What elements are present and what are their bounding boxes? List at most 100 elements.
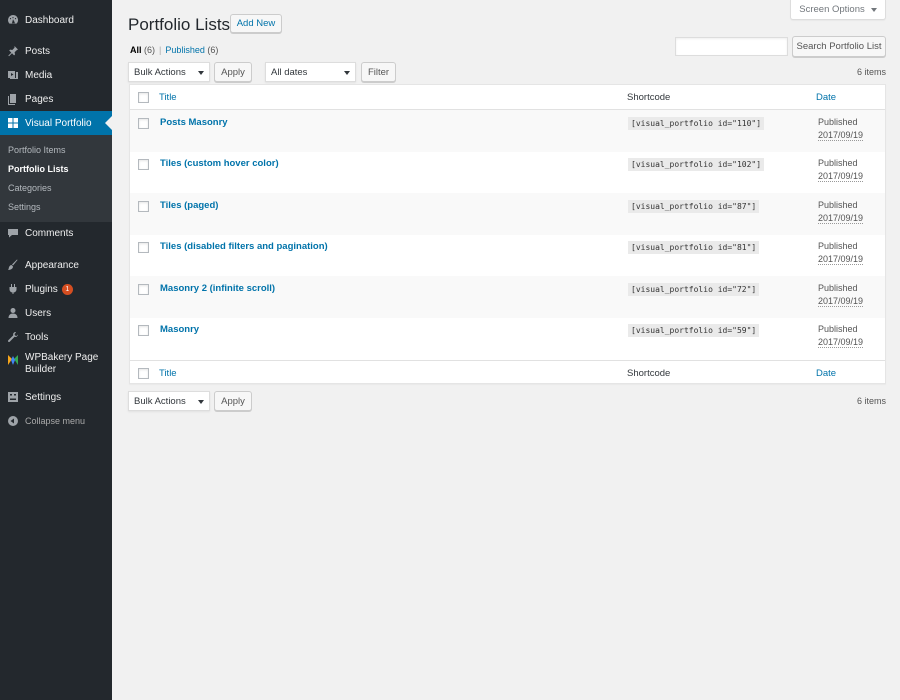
- submenu-portfolio-lists[interactable]: Portfolio Lists: [8, 164, 69, 174]
- row-title-link[interactable]: Tiles (disabled filters and pagination): [160, 241, 328, 252]
- row-shortcode: [visual_portfolio id="110"]: [628, 117, 765, 130]
- row-title-link[interactable]: Masonry 2 (infinite scroll): [160, 283, 275, 294]
- column-title-sort-footer[interactable]: Title: [159, 368, 177, 379]
- visual-portfolio-submenu: Portfolio Items Portfolio Lists Categori…: [0, 135, 112, 222]
- row-title-link[interactable]: Tiles (custom hover color): [160, 158, 279, 169]
- submenu-settings[interactable]: Settings: [8, 202, 41, 212]
- menu-label: Media: [25, 69, 53, 81]
- apply-button-bottom[interactable]: Apply: [214, 391, 252, 411]
- row-checkbox[interactable]: [138, 325, 149, 336]
- row-title-link[interactable]: Masonry: [160, 324, 199, 335]
- pages-icon: [7, 93, 19, 105]
- select-all-checkbox-footer[interactable]: [138, 368, 149, 379]
- menu-label: Users: [25, 307, 52, 319]
- menu-label: Pages: [25, 93, 54, 105]
- menu-item-dashboard[interactable]: Dashboard: [0, 10, 112, 30]
- collapse-menu-button[interactable]: Collapse menu: [0, 411, 112, 431]
- admin-sidebar: Dashboard Posts Media Pages Visual Portf…: [0, 0, 112, 700]
- add-new-button[interactable]: Add New: [230, 14, 282, 33]
- row-shortcode: [visual_portfolio id="81"]: [628, 241, 760, 254]
- menu-item-pages[interactable]: Pages: [0, 89, 112, 109]
- filter-all-label: All: [130, 45, 142, 55]
- caret-down-icon: [198, 400, 204, 404]
- bulk-actions-value: Bulk Actions: [134, 66, 186, 78]
- search-button[interactable]: Search Portfolio List: [792, 36, 886, 57]
- menu-label: Dashboard: [25, 14, 74, 26]
- table-row: Masonry 2 (infinite scroll) [visual_port…: [130, 276, 885, 318]
- menu-item-settings[interactable]: Settings: [0, 387, 112, 407]
- filter-published-link[interactable]: Published (6): [165, 45, 218, 55]
- caret-down-icon: [198, 71, 204, 75]
- row-title-link[interactable]: Posts Masonry: [160, 117, 228, 128]
- items-count-bottom: 6 items: [856, 396, 886, 406]
- status-filters: All (6) | Published (6): [130, 45, 218, 55]
- column-date-sort[interactable]: Date: [816, 92, 836, 103]
- row-checkbox[interactable]: [138, 118, 149, 129]
- column-shortcode: Shortcode: [627, 92, 671, 103]
- row-status: Published: [818, 283, 858, 293]
- menu-label: Posts: [25, 45, 51, 57]
- menu-item-tools[interactable]: Tools: [0, 327, 112, 347]
- grid-icon: [7, 117, 19, 129]
- user-icon: [7, 307, 19, 319]
- menu-item-plugins[interactable]: Plugins 1: [0, 279, 112, 299]
- submenu-portfolio-items[interactable]: Portfolio Items: [8, 145, 66, 155]
- date-filter-select[interactable]: All dates: [265, 62, 356, 82]
- row-title-link[interactable]: Tiles (paged): [160, 200, 218, 211]
- collapse-icon: [7, 415, 19, 427]
- row-date: 2017/09/19: [818, 254, 864, 265]
- menu-label: Collapse menu: [25, 416, 86, 426]
- menu-item-comments[interactable]: Comments: [0, 223, 112, 243]
- menu-item-appearance[interactable]: Appearance: [0, 255, 112, 275]
- row-date: 2017/09/19: [818, 296, 864, 307]
- filter-all-link[interactable]: All (6): [130, 45, 155, 55]
- row-status: Published: [818, 241, 858, 251]
- caret-down-icon: [344, 71, 350, 75]
- plug-icon: [7, 283, 19, 295]
- column-date-sort-footer[interactable]: Date: [816, 368, 836, 379]
- submenu-categories[interactable]: Categories: [8, 183, 52, 193]
- date-filter-value: All dates: [271, 66, 308, 78]
- menu-label-line2: Builder: [25, 364, 57, 375]
- row-checkbox[interactable]: [138, 242, 149, 253]
- row-status: Published: [818, 158, 858, 168]
- row-checkbox[interactable]: [138, 159, 149, 170]
- bulk-actions-value: Bulk Actions: [134, 395, 186, 407]
- menu-label: Visual Portfolio: [25, 117, 92, 129]
- row-date: 2017/09/19: [818, 171, 864, 182]
- menu-label-line1: WPBakery Page: [25, 352, 99, 363]
- menu-label: Plugins: [25, 283, 58, 295]
- table-footer: Title Shortcode Date: [130, 360, 885, 384]
- table-row: Tiles (disabled filters and pagination) …: [130, 234, 885, 276]
- menu-label: WPBakery Page Builder: [25, 352, 98, 376]
- wpbakery-icon: [7, 354, 19, 366]
- menu-item-users[interactable]: Users: [0, 303, 112, 323]
- menu-item-posts[interactable]: Posts: [0, 41, 112, 61]
- filter-published-count: (6): [207, 45, 219, 55]
- menu-label: Settings: [25, 391, 62, 403]
- row-checkbox[interactable]: [138, 201, 149, 212]
- brush-icon: [7, 259, 19, 271]
- bulk-actions-select-bottom[interactable]: Bulk Actions: [128, 391, 210, 411]
- screen-options-button[interactable]: Screen Options: [790, 0, 886, 20]
- menu-item-wpbakery[interactable]: WPBakery Page Builder: [0, 352, 112, 380]
- row-checkbox[interactable]: [138, 284, 149, 295]
- wrench-icon: [7, 331, 19, 343]
- row-status: Published: [818, 200, 858, 210]
- row-shortcode: [visual_portfolio id="59"]: [628, 324, 760, 337]
- menu-item-media[interactable]: Media: [0, 65, 112, 85]
- pin-icon: [7, 45, 19, 57]
- menu-item-visual-portfolio[interactable]: Visual Portfolio: [0, 111, 112, 135]
- table-row: Masonry [visual_portfolio id="59"] Publi…: [130, 317, 885, 359]
- apply-button-top[interactable]: Apply: [214, 62, 252, 82]
- table-row: Tiles (paged) [visual_portfolio id="87"]…: [130, 193, 885, 235]
- select-all-checkbox[interactable]: [138, 92, 149, 103]
- column-title-sort[interactable]: Title: [159, 92, 177, 103]
- screen-options-label: Screen Options: [799, 4, 865, 15]
- filter-button[interactable]: Filter: [361, 62, 396, 82]
- plugins-update-badge: 1: [61, 283, 73, 295]
- search-input[interactable]: [675, 37, 788, 56]
- bulk-actions-select-top[interactable]: Bulk Actions: [128, 62, 210, 82]
- caret-down-icon: [870, 7, 877, 12]
- row-date: 2017/09/19: [818, 130, 864, 141]
